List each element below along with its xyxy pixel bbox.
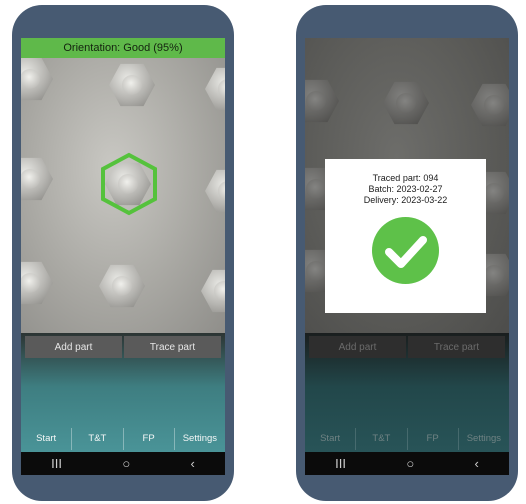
trace-part-button: Trace part: [408, 336, 505, 358]
tab-track-and-trace[interactable]: T&T: [72, 428, 124, 450]
add-part-button: Add part: [309, 336, 406, 358]
traced-part-text: Traced part: 094: [372, 173, 439, 183]
home-icon[interactable]: ○: [122, 456, 130, 471]
orientation-status-bar: Orientation: Good (95%): [21, 38, 225, 58]
bolt: [21, 157, 53, 201]
tab-start[interactable]: Start: [21, 428, 73, 450]
bolt: [21, 58, 53, 101]
tab-settings: Settings: [466, 433, 502, 444]
action-buttons: Add part Trace part: [309, 336, 505, 358]
bolt: [383, 81, 429, 125]
tab-start: Start: [305, 428, 357, 450]
back-icon[interactable]: ‹: [474, 456, 478, 471]
add-part-button[interactable]: Add part: [25, 336, 122, 358]
bolt: [21, 261, 53, 305]
phone-left: Orientation: Good (95%) Add part Trace p…: [12, 5, 234, 501]
system-nav-bar: III ○ ‹: [21, 452, 225, 475]
trace-part-button[interactable]: Trace part: [124, 336, 221, 358]
hexagon-outline-icon: [101, 152, 157, 216]
bolt: [201, 269, 225, 313]
tab-track-and-trace: T&T: [356, 428, 408, 450]
bolt: [471, 83, 509, 127]
home-icon[interactable]: ○: [406, 456, 414, 471]
system-nav-bar: III ○ ‹: [305, 452, 509, 475]
batch-text: Batch: 2023-02-27: [368, 184, 443, 194]
bolt: [205, 67, 225, 111]
recents-icon[interactable]: III: [51, 456, 62, 471]
bolt: [109, 63, 155, 107]
recents-icon[interactable]: III: [335, 456, 346, 471]
tab-settings[interactable]: Settings: [175, 428, 225, 450]
bottom-tab-bar: Start T&T FP Settings: [305, 428, 509, 450]
bolt: [305, 79, 339, 123]
phone-right: Traced part: 094 Batch: 2023-02-27 Deliv…: [296, 5, 518, 501]
trace-result-dialog: Traced part: 094 Batch: 2023-02-27 Deliv…: [325, 159, 486, 313]
tab-fp[interactable]: FP: [124, 428, 175, 450]
bolt: [99, 264, 145, 308]
back-icon[interactable]: ‹: [190, 456, 194, 471]
action-buttons: Add part Trace part: [25, 336, 221, 358]
delivery-text: Delivery: 2023-03-22: [363, 195, 448, 205]
phone-screen: Orientation: Good (95%) Add part Trace p…: [21, 38, 225, 475]
bolt: [205, 169, 225, 213]
bottom-tab-bar: Start T&T FP Settings: [21, 428, 225, 450]
tab-fp: FP: [408, 428, 459, 450]
camera-view[interactable]: [21, 58, 225, 333]
checkmark-circle-icon: [372, 217, 439, 284]
phone-screen: Traced part: 094 Batch: 2023-02-27 Deliv…: [305, 38, 509, 475]
